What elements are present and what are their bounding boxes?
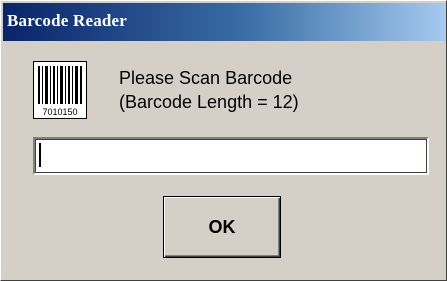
window-title: Barcode Reader (7, 11, 128, 30)
barcode-icon: 7010150 (33, 61, 87, 119)
prompt-line-2: (Barcode Length = 12) (119, 92, 299, 112)
barcode-reader-dialog: Barcode Reader 7010150 Please Scan Barco… (0, 0, 447, 281)
text-caret (39, 143, 41, 167)
scan-prompt: Please Scan Barcode (Barcode Length = 12… (119, 66, 299, 114)
barcode-icon-digits: 7010150 (42, 107, 77, 117)
prompt-line-1: Please Scan Barcode (119, 68, 293, 88)
ok-button[interactable]: OK (163, 196, 281, 258)
title-bar[interactable]: Barcode Reader (3, 3, 446, 41)
barcode-input[interactable] (33, 137, 429, 175)
